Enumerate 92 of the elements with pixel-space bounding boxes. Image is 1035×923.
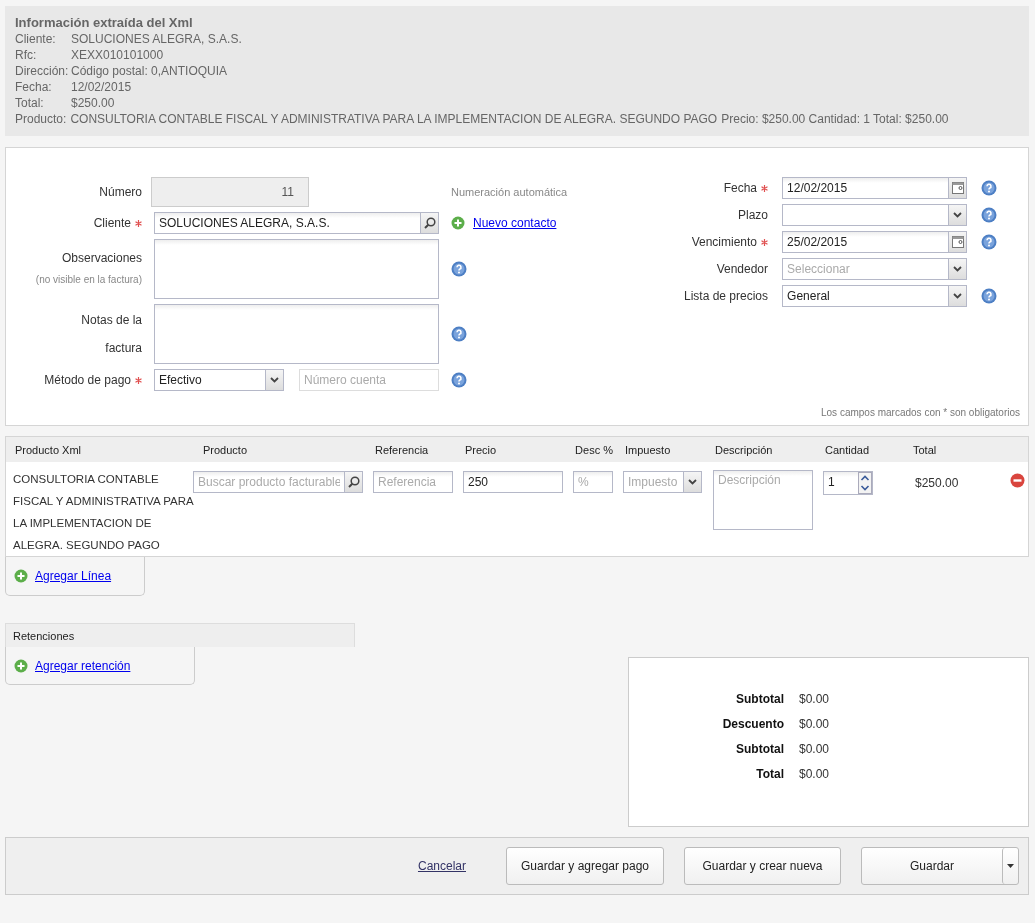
help-icon[interactable] <box>981 180 998 196</box>
required-icon <box>135 376 142 384</box>
column-header: Producto <box>202 443 249 456</box>
section-title: Información extraída del Xml <box>15 15 194 31</box>
plus-circle-icon <box>14 569 28 583</box>
total-value: $0.00 <box>799 692 831 706</box>
total-label: Subtotal <box>735 742 784 756</box>
info-label: Fecha: <box>15 79 53 95</box>
product-xml-text: CONSULTORIA CONTABLE FISCAL Y ADMINISTRATIVA PARA LA IMPLEMENTACION DE ALEGRA. SEGUNDO PAGO <box>13 472 195 553</box>
search-icon <box>423 217 436 229</box>
total-label: Total <box>755 767 784 781</box>
info-label: Producto: <box>15 111 67 127</box>
info-value: XEXX010101000 <box>71 47 165 63</box>
info-label: Rfc: <box>15 47 38 63</box>
info-value: CONSULTORIA CONTABLE FISCAL Y ADMINISTRATIVA PARA LA IMPLEMENTACION DE ALEGRA. SEGUNDO PAGO <box>70 111 718 127</box>
help-icon[interactable] <box>451 372 467 388</box>
help-icon[interactable] <box>981 234 998 250</box>
search-icon <box>347 476 360 488</box>
spinner-icon[interactable] <box>858 472 872 494</box>
total-label: Subtotal <box>735 692 784 706</box>
column-header: Referencia <box>374 443 430 456</box>
caret-icon <box>688 479 697 485</box>
product-details: Precio: $250.00 Cantidad: 1 Total: $250.00 <box>721 111 949 127</box>
field-hint: (no visible en la factura) <box>35 273 142 287</box>
field-note: Numeración automática <box>451 186 568 198</box>
required-icon <box>761 238 769 246</box>
line-total: $250.00 <box>914 475 960 490</box>
number-field[interactable]: 11 <box>151 177 309 207</box>
save-button[interactable]: Guardar y crear nueva <box>684 847 841 885</box>
plus-circle-icon <box>451 216 465 230</box>
account-number-field[interactable]: Número cuenta <box>299 369 439 391</box>
field-label: Plazo <box>738 207 769 223</box>
column-header: Precio <box>464 443 498 456</box>
description-field[interactable]: Descripción <box>713 470 813 530</box>
info-value: SOLUCIONES ALEGRA, S.A.S. <box>71 31 242 47</box>
column-header: Producto Xml <box>14 443 83 456</box>
column-header: Desc % <box>574 443 614 456</box>
caret-icon <box>1007 864 1014 868</box>
add-line-link[interactable]: Agregar Línea <box>35 569 112 583</box>
discount-field[interactable]: % <box>573 471 613 493</box>
cancel-link[interactable]: Cancelar <box>417 859 466 873</box>
column-header: Cantidad <box>824 443 871 456</box>
save-button[interactable]: Guardar y agregar pago <box>506 847 664 885</box>
caret-icon <box>953 266 963 272</box>
calendar-icon <box>951 236 964 248</box>
total-value: $0.00 <box>799 742 831 756</box>
field-label: Notas de la factura <box>80 312 142 357</box>
field-label: Fecha <box>723 180 758 196</box>
quantity-field[interactable]: 1 <box>823 471 873 495</box>
product-search-field[interactable]: Buscar producto facturable <box>193 471 363 493</box>
payment-method-dropdown[interactable]: Efectivo <box>154 369 284 391</box>
caret-icon <box>270 377 279 383</box>
date-field[interactable]: 25/02/2015 <box>782 231 968 253</box>
remove-icon[interactable] <box>1010 473 1025 488</box>
caret-icon <box>953 293 963 299</box>
info-label: Total: <box>15 95 45 111</box>
price-field[interactable]: 250 <box>463 471 563 493</box>
reference-field[interactable]: Referencia <box>373 471 453 493</box>
field-label: Número <box>99 184 142 200</box>
info-label: Dirección: <box>15 63 70 79</box>
column-header: Impuesto <box>624 443 672 456</box>
field-label: Vencimiento <box>691 234 758 250</box>
plus-circle-icon <box>14 658 28 673</box>
info-label: Cliente: <box>15 31 57 47</box>
calendar-icon <box>951 182 964 194</box>
help-icon[interactable] <box>981 288 998 304</box>
add-retention-link[interactable]: Agregar retención <box>35 658 131 673</box>
field-label: Observaciones <box>61 250 142 266</box>
info-value: 12/02/2015 <box>71 79 133 95</box>
total-label: Descuento <box>721 717 784 731</box>
required-fields-note: Los campos marcados con * son obligatorios <box>820 407 1020 418</box>
field-label: Vendedor <box>716 261 769 277</box>
new-contact-link[interactable]: Nuevo contacto <box>473 216 557 230</box>
help-icon[interactable] <box>981 207 998 223</box>
field-label: Método de pago <box>44 372 131 388</box>
required-icon <box>135 219 142 227</box>
info-value: $250.00 <box>71 95 116 111</box>
help-icon[interactable] <box>451 326 467 342</box>
date-field[interactable]: 12/02/2015 <box>782 177 968 199</box>
required-icon <box>761 184 769 192</box>
info-value: Código postal: 0,ANTIOQUIA <box>71 63 229 79</box>
select-dropdown[interactable]: General <box>782 285 968 307</box>
total-value: $0.00 <box>799 717 831 731</box>
help-icon[interactable] <box>451 261 467 277</box>
total-value: $0.00 <box>799 767 831 781</box>
retentions-header: Retenciones <box>5 623 355 647</box>
client-search-field[interactable]: SOLUCIONES ALEGRA, S.A.S. <box>154 212 439 234</box>
column-header: Descripción <box>714 443 774 456</box>
field-label: Cliente <box>93 215 131 231</box>
column-header: Total <box>912 443 938 456</box>
caret-icon <box>953 212 963 218</box>
field-label: Lista de precios <box>684 288 769 304</box>
